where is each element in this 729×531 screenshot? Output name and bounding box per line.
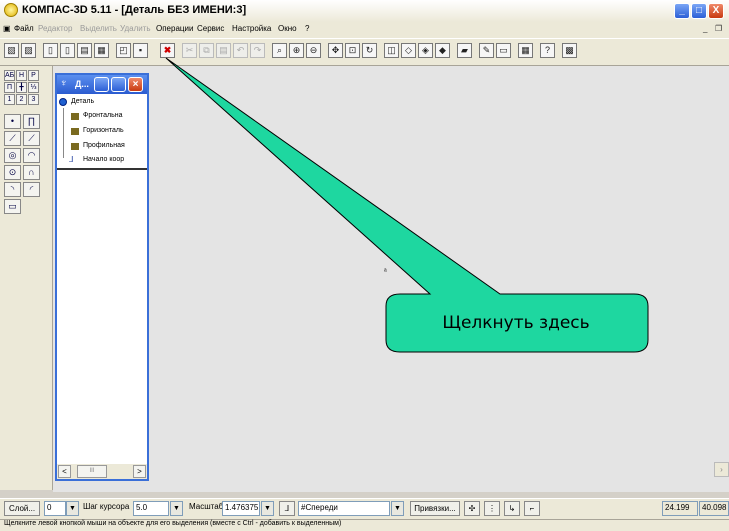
scale-label: Масштаб (189, 502, 224, 511)
snap-button[interactable]: Привязки... (410, 501, 460, 516)
local-cs-icon[interactable]: ↳ (504, 501, 520, 516)
status-bar: Щелкните левой кнопкой мыши на объекте д… (0, 519, 729, 531)
step-field[interactable]: 5.0 (133, 501, 169, 516)
view-field[interactable]: #Спереди (298, 501, 390, 516)
layer-field[interactable]: 0 (44, 501, 66, 516)
callout-shape (165, 57, 649, 353)
coord-y-readout: 40.098 (699, 501, 729, 516)
bottom-toolbar: Слой... 0 ▼ Шаг курсора 5.0 ▼ Масштаб 1.… (0, 498, 729, 519)
scale-field[interactable]: 1.476375 (222, 501, 260, 516)
callout-text: Щелкнуть здесь (442, 313, 590, 333)
ortho-icon[interactable]: ⌐ (524, 501, 540, 516)
grid-icon[interactable]: ⋮ (484, 501, 500, 516)
scale-dropdown-icon[interactable]: ▼ (261, 501, 274, 516)
step-label: Шаг курсора (83, 502, 130, 511)
layer-button[interactable]: Слой... (4, 501, 40, 516)
orientation-icon[interactable]: ⅃ (279, 501, 295, 516)
layer-dropdown-icon[interactable]: ▼ (66, 501, 79, 516)
step-dropdown-icon[interactable]: ▼ (170, 501, 183, 516)
coord-x-readout: 24.199 (662, 501, 698, 516)
view-dropdown-icon[interactable]: ▼ (391, 501, 404, 516)
status-text: Щелкните левой кнопкой мыши на объекте д… (4, 520, 342, 527)
snap-settings-icon[interactable]: ✣ (464, 501, 480, 516)
